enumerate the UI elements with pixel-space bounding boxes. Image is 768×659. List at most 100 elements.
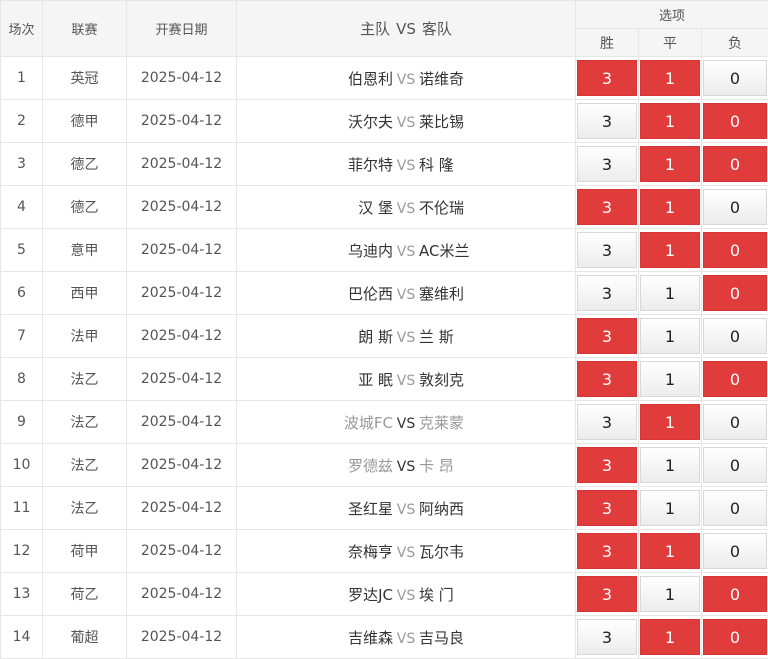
option-cell: 3 [576,229,639,272]
row-league: 德乙 [43,186,127,229]
option-win-button[interactable]: 3 [577,146,637,182]
option-win-button[interactable]: 3 [577,404,637,440]
row-number: 8 [1,358,43,401]
vs-label: VS [393,158,419,174]
option-win-button[interactable]: 3 [577,232,637,268]
row-league: 法乙 [43,401,127,444]
row-date: 2025-04-12 [127,186,237,229]
row-date: 2025-04-12 [127,616,237,659]
table-row: 4德乙2025-04-12汉 堡VS不伦瑞310 [1,186,768,229]
option-win-button[interactable]: 3 [577,576,637,612]
option-loss-button[interactable]: 0 [703,189,767,225]
option-cell: 1 [639,315,702,358]
option-draw-button[interactable]: 1 [640,361,700,397]
option-cell: 0 [702,358,768,401]
away-team: 卡 昂 [419,455,569,476]
option-win-button[interactable]: 3 [577,361,637,397]
option-win-button[interactable]: 3 [577,189,637,225]
away-team: 克莱蒙 [419,412,569,433]
row-league: 德乙 [43,143,127,186]
option-win-button[interactable]: 3 [577,318,637,354]
option-draw-button[interactable]: 1 [640,576,700,612]
row-match: 巴伦西VS塞维利 [237,272,576,315]
table-row: 13荷乙2025-04-12罗达JCVS埃 门310 [1,573,768,616]
option-cell: 0 [702,487,768,530]
row-number: 14 [1,616,43,659]
option-draw-button[interactable]: 1 [640,318,700,354]
option-cell: 3 [576,186,639,229]
vs-label: VS [393,287,419,303]
row-date: 2025-04-12 [127,573,237,616]
option-loss-button[interactable]: 0 [703,103,767,139]
row-match: 伯恩利VS诺维奇 [237,57,576,100]
option-loss-button[interactable]: 0 [703,404,767,440]
option-loss-button[interactable]: 0 [703,275,767,311]
option-draw-button[interactable]: 1 [640,60,700,96]
header-date: 开赛日期 [127,1,237,57]
vs-label: VS [393,201,419,217]
option-cell: 3 [576,358,639,401]
row-match: 圣红星VS阿纳西 [237,487,576,530]
row-date: 2025-04-12 [127,100,237,143]
row-league: 德甲 [43,100,127,143]
option-loss-button[interactable]: 0 [703,318,767,354]
row-number: 2 [1,100,43,143]
option-loss-button[interactable]: 0 [703,146,767,182]
option-cell: 1 [639,444,702,487]
header-match: 主队VS客队 [237,1,576,57]
option-loss-button[interactable]: 0 [703,490,767,526]
table-row: 9法乙2025-04-12波城FCVS克莱蒙310 [1,401,768,444]
option-cell: 3 [576,401,639,444]
option-draw-button[interactable]: 1 [640,490,700,526]
row-match: 菲尔特VS科 隆 [237,143,576,186]
option-draw-button[interactable]: 1 [640,232,700,268]
option-win-button[interactable]: 3 [577,275,637,311]
option-draw-button[interactable]: 1 [640,619,700,655]
option-loss-button[interactable]: 0 [703,619,767,655]
option-win-button[interactable]: 3 [577,447,637,483]
header-home: 主队 [360,20,390,38]
option-draw-button[interactable]: 1 [640,146,700,182]
table-row: 7法甲2025-04-12朗 斯VS兰 斯310 [1,315,768,358]
option-draw-button[interactable]: 1 [640,103,700,139]
vs-label: VS [393,416,419,432]
home-team: 奈梅亨 [243,541,393,562]
table-row: 6西甲2025-04-12巴伦西VS塞维利310 [1,272,768,315]
option-draw-button[interactable]: 1 [640,189,700,225]
row-league: 法乙 [43,487,127,530]
option-win-button[interactable]: 3 [577,60,637,96]
row-number: 12 [1,530,43,573]
header-league: 联赛 [43,1,127,57]
row-date: 2025-04-12 [127,487,237,530]
option-loss-button[interactable]: 0 [703,361,767,397]
option-win-button[interactable]: 3 [577,103,637,139]
row-match: 吉维森VS吉马良 [237,616,576,659]
vs-label: VS [393,330,419,346]
option-draw-button[interactable]: 1 [640,275,700,311]
row-date: 2025-04-12 [127,57,237,100]
option-loss-button[interactable]: 0 [703,60,767,96]
vs-label: VS [393,115,419,131]
option-draw-button[interactable]: 1 [640,533,700,569]
option-loss-button[interactable]: 0 [703,232,767,268]
option-draw-button[interactable]: 1 [640,404,700,440]
row-number: 5 [1,229,43,272]
option-draw-button[interactable]: 1 [640,447,700,483]
option-win-button[interactable]: 3 [577,533,637,569]
option-cell: 0 [702,444,768,487]
home-team: 巴伦西 [243,283,393,304]
option-cell: 3 [576,315,639,358]
option-loss-button[interactable]: 0 [703,533,767,569]
header-no: 场次 [1,1,43,57]
option-loss-button[interactable]: 0 [703,447,767,483]
row-date: 2025-04-12 [127,229,237,272]
option-win-button[interactable]: 3 [577,490,637,526]
home-team: 汉 堡 [243,197,393,218]
option-loss-button[interactable]: 0 [703,576,767,612]
vs-label: VS [393,502,419,518]
row-league: 荷乙 [43,573,127,616]
option-win-button[interactable]: 3 [577,619,637,655]
home-team: 罗德兹 [243,455,393,476]
home-team: 菲尔特 [243,154,393,175]
row-number: 3 [1,143,43,186]
